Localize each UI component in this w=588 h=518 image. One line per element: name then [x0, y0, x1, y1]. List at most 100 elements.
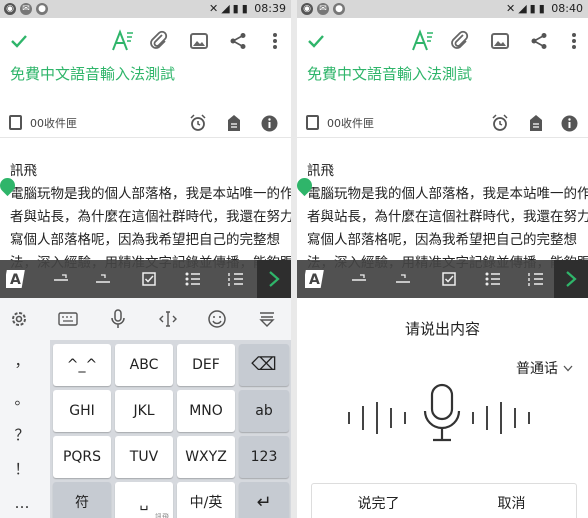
lowercase-mode-key[interactable]: ab [239, 390, 289, 432]
cancel-button[interactable]: 取消 [445, 493, 578, 513]
status-time: 08:39 [254, 2, 286, 15]
language-switch-key[interactable]: 中/英 [177, 482, 235, 518]
text-format-icon[interactable] [409, 28, 435, 54]
microphone-icon[interactable] [107, 308, 129, 330]
key-pqrs[interactable]: PQRS [53, 436, 111, 478]
more-menu-icon[interactable] [561, 28, 587, 54]
tag-icon[interactable] [225, 114, 243, 132]
note-title[interactable]: 免費中文語音輸入法測試 [10, 63, 175, 84]
bullet-list-icon[interactable] [483, 269, 503, 289]
key-tuv[interactable]: TUV [115, 436, 173, 478]
notebook-name[interactable]: 00收件匣 [30, 115, 77, 131]
key-emoticon[interactable]: ^_^ [53, 344, 111, 386]
settings-gear-icon[interactable] [8, 308, 30, 330]
signal-icon: ▮ [232, 2, 239, 15]
symbol-key[interactable]: ！ [0, 458, 44, 479]
notebook-icon [9, 115, 22, 130]
reminder-alarm-icon[interactable] [491, 114, 509, 132]
format-more-chevron[interactable] [257, 260, 291, 298]
keyboard: ， 。 ？ ！ … ^_^ ABC DEF ⌫ GHI JKL MNO ab P… [0, 298, 291, 518]
wifi-icon: ◢ [518, 2, 527, 15]
note-line: 電腦玩物是我的個人部落格，我是本站唯一的作 [10, 186, 291, 202]
attachment-icon[interactable] [146, 28, 172, 54]
info-icon[interactable] [260, 114, 278, 132]
reminder-alarm-icon[interactable] [189, 114, 207, 132]
notification-icon: ● [36, 3, 48, 15]
key-jkl[interactable]: JKL [115, 390, 173, 432]
note-toolbar [0, 18, 291, 64]
numbered-list-icon[interactable] [226, 269, 246, 289]
svg-text:A: A [10, 272, 21, 288]
key-ghi[interactable]: GHI [53, 390, 111, 432]
notification-icon: ◉ [4, 3, 16, 15]
info-icon[interactable] [560, 114, 578, 132]
more-menu-icon[interactable] [262, 28, 288, 54]
language-select[interactable]: 普通话 [511, 357, 578, 379]
symbol-key[interactable]: ， [0, 350, 44, 371]
image-icon[interactable] [186, 28, 212, 54]
tag-icon[interactable] [527, 114, 545, 132]
note-body[interactable]: 訊飛 電腦玩物是我的個人部落格，我是本站唯一的作 者與站長，為什麼在這個社群時代… [10, 160, 291, 275]
symbol-key[interactable]: 。 [0, 388, 44, 409]
checkbox-icon[interactable] [139, 269, 159, 289]
note-line: 者與站長，為什麼在這個社群時代，我還在努力 [307, 209, 588, 225]
indent-icon[interactable] [51, 269, 71, 289]
battery-icon: ▮ [241, 2, 248, 15]
svg-text:A: A [309, 272, 320, 288]
attachment-icon[interactable] [447, 28, 473, 54]
note-body[interactable]: 訊飛 電腦玩物是我的個人部落格，我是本站唯一的作 者與站長，為什麼在這個社群時代… [307, 160, 588, 275]
bullet-list-icon[interactable] [183, 269, 203, 289]
indent-icon[interactable] [349, 269, 369, 289]
key-def[interactable]: DEF [177, 344, 235, 386]
hide-keyboard-icon[interactable] [256, 308, 278, 330]
numbered-list-icon[interactable] [526, 269, 546, 289]
text-style-icon[interactable]: A [305, 269, 325, 289]
share-icon[interactable] [526, 28, 552, 54]
done-check-icon[interactable] [6, 28, 32, 54]
cursor-move-icon[interactable] [157, 308, 179, 330]
backspace-key[interactable]: ⌫ [239, 344, 289, 386]
chevron-down-icon [563, 365, 573, 371]
text-format-icon[interactable] [109, 28, 135, 54]
share-icon[interactable] [225, 28, 251, 54]
note-meta-row: 00收件匣 [0, 110, 291, 138]
note-line: 訊飛 [307, 163, 334, 179]
microphone-icon[interactable] [420, 383, 464, 443]
voice-input-panel: 请说出内容 普通话 说完了 取消 [297, 298, 588, 518]
note-line: 寫個人部落格呢，因為我希望把自己的完整想 [307, 232, 577, 248]
battery-icon: ▮ [538, 2, 545, 15]
symbol-key[interactable]: ？ [0, 424, 44, 445]
note-line: 寫個人部落格呢，因為我希望把自己的完整想 [10, 232, 280, 248]
sound-wave-right-icon [472, 402, 530, 434]
space-brand-label: 訊飛 [155, 513, 169, 518]
status-indicators: ✕ ◢ ▮ ▮ 08:40 [503, 2, 583, 15]
number-mode-key[interactable]: 123 [239, 436, 289, 478]
outdent-icon[interactable] [93, 269, 113, 289]
key-abc[interactable]: ABC [115, 344, 173, 386]
symbols-key[interactable]: 符 [53, 482, 111, 518]
keyboard-icon[interactable] [57, 308, 79, 330]
enter-key[interactable]: ↵ [239, 482, 289, 518]
keyboard-toolbar [0, 298, 291, 340]
emoji-icon[interactable] [206, 308, 228, 330]
image-icon[interactable] [487, 28, 513, 54]
done-speaking-button[interactable]: 说完了 [312, 493, 445, 513]
notebook-name[interactable]: 00收件匣 [327, 115, 374, 131]
checkbox-icon[interactable] [439, 269, 459, 289]
notification-icon: ✉ [317, 3, 329, 15]
status-indicators: ✕ ◢ ▮ ▮ 08:39 [206, 2, 286, 15]
outdent-icon[interactable] [393, 269, 413, 289]
key-wxyz[interactable]: WXYZ [177, 436, 235, 478]
right-phone-screen: ◉ ✉ ● ✕ ◢ ▮ ▮ 08:40 免費中文語音輸入法測試 00收件匣 訊飛… [297, 0, 588, 518]
done-check-icon[interactable] [303, 28, 329, 54]
symbol-key[interactable]: … [0, 494, 44, 512]
format-more-chevron[interactable] [554, 260, 588, 298]
note-title[interactable]: 免費中文語音輸入法測試 [307, 63, 472, 84]
left-phone-screen: ◉ ✉ ● ✕ ◢ ▮ ▮ 08:39 免費中文語音輸入法測試 00收件匣 訊飛… [0, 0, 291, 518]
key-mno[interactable]: MNO [177, 390, 235, 432]
notification-icon: ✉ [20, 3, 32, 15]
status-bar: ◉ ✉ ● ✕ ◢ ▮ ▮ 08:40 [297, 0, 588, 18]
space-key[interactable]: ␣ 訊飛 [115, 482, 173, 518]
symbol-column[interactable]: ， 。 ？ ！ … [0, 340, 50, 518]
text-style-icon[interactable]: A [6, 269, 26, 289]
